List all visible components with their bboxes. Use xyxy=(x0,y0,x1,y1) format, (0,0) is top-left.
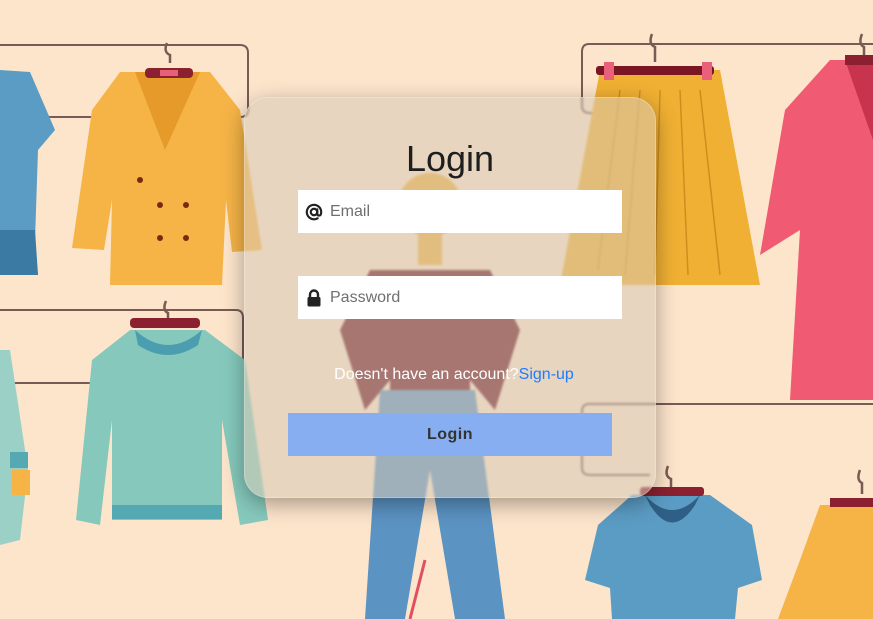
email-input[interactable] xyxy=(328,191,610,232)
password-input[interactable] xyxy=(328,277,610,318)
login-title: Login xyxy=(405,138,495,179)
signup-prompt-text: Doesn't have an account? xyxy=(334,366,519,383)
password-field[interactable] xyxy=(298,276,622,319)
at-sign-icon xyxy=(300,190,328,233)
lock-icon xyxy=(300,276,328,319)
email-field[interactable] xyxy=(298,190,622,233)
signup-prompt-row: Doesn't have an account?Sign-up xyxy=(244,365,660,385)
signup-link[interactable]: Sign-up xyxy=(519,366,574,383)
login-card: Login Doesn't have an account?Sign-up Lo… xyxy=(244,97,656,498)
login-button[interactable]: Login xyxy=(288,413,612,456)
